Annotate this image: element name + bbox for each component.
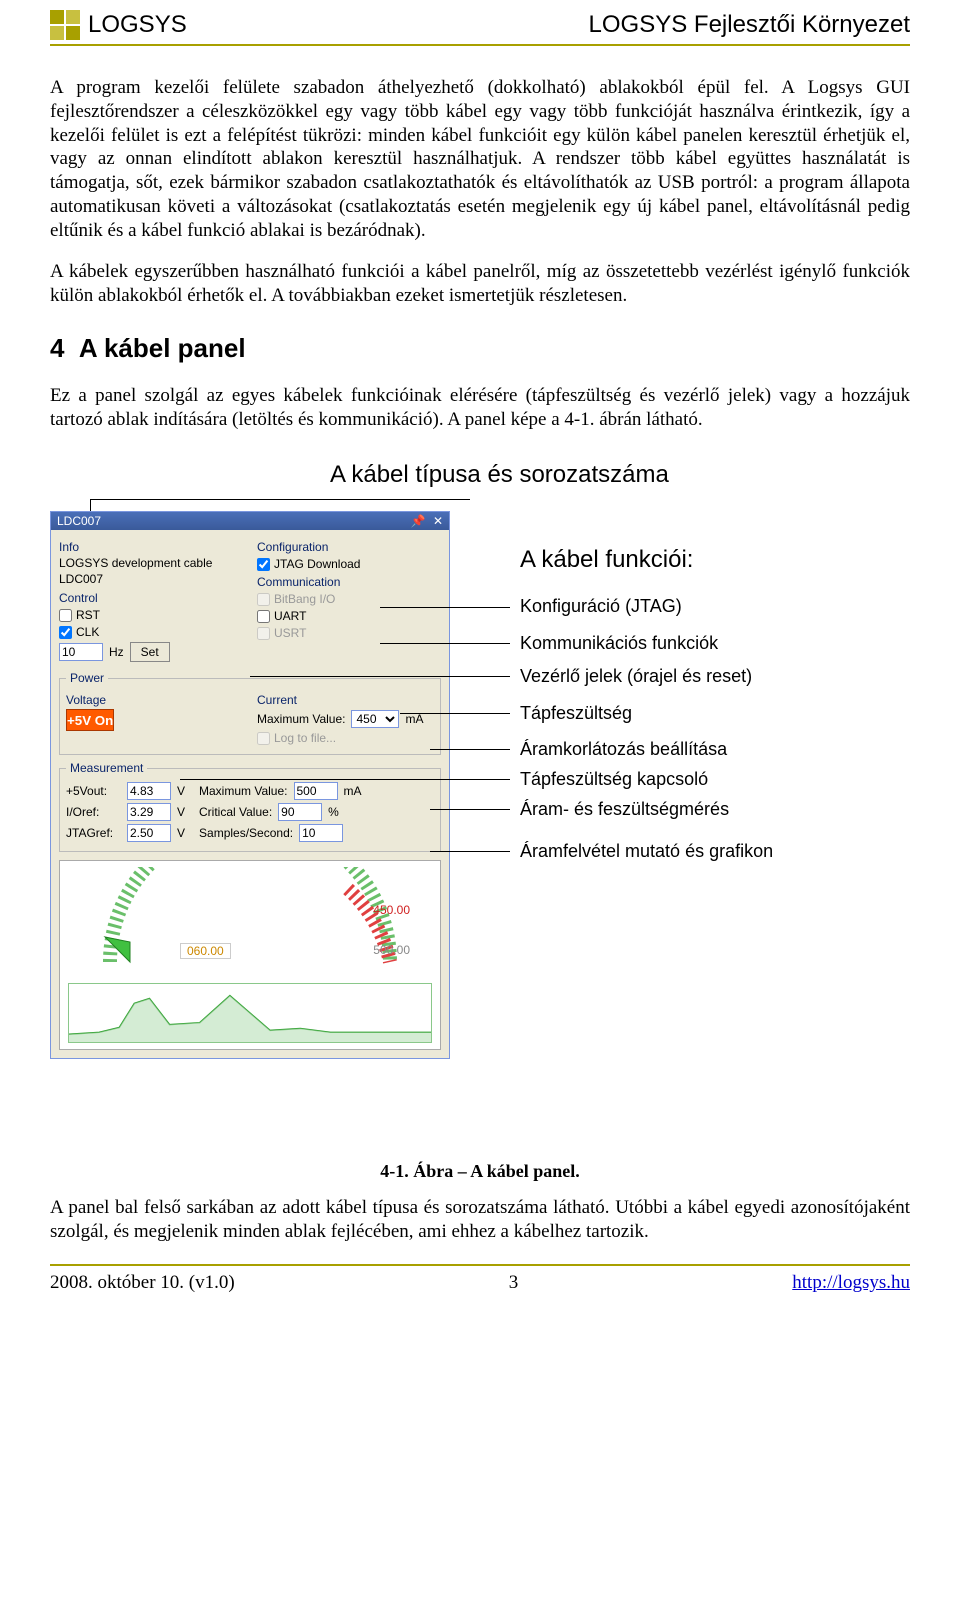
gauge-range: 500.00 [373,943,410,957]
callout-comm: Kommunikációs funkciók [520,633,718,654]
power-fieldset: Power Voltage +5V On Current Maximum Val… [59,671,441,755]
set-button[interactable]: Set [130,642,170,662]
current-label: Current [257,693,434,707]
jtag-checkbox[interactable] [257,558,270,571]
callout-functions-title: A kábel funkciói: [520,546,693,574]
callout-jtag: Konfiguráció (JTAG) [520,596,682,617]
pin-icon[interactable]: 📌 [411,514,426,528]
callout-currentlimit: Áramkorlátozás beállítása [520,739,727,760]
logsys-logo-icon [50,10,80,40]
max-current-select[interactable]: 450 [351,710,399,728]
uart-checkbox[interactable] [257,610,270,623]
info-text-1: LOGSYS development cable [59,556,243,572]
footer-link[interactable]: http://logsys.hu [792,1272,910,1294]
close-icon[interactable]: ✕ [433,514,443,528]
figure-4-1: A kábel típusa és sorozatszáma LDC007 📌 … [50,451,910,1182]
jtagref-value [127,824,171,842]
comm-label: Communication [257,575,441,589]
info-label: Info [59,540,243,554]
clk-value-input[interactable] [59,643,103,661]
gauge-graph: 450.00 060.00 500.00 [59,860,441,1050]
page-footer: 2008. október 10. (v1.0) 3 http://logsys… [50,1264,910,1294]
voltage-label: Voltage [66,693,243,707]
panel-titlebar[interactable]: LDC007 📌 ✕ [51,512,449,530]
paragraph-4: A panel bal felső sarkában az adott kábe… [50,1196,910,1244]
callout-switch: Tápfeszültség kapcsoló [520,769,708,790]
bitbang-checkbox [257,593,270,606]
page-header: LOGSYS LOGSYS Fejlesztői Környezet [50,10,910,46]
control-label: Control [59,591,243,605]
info-text-2: LDC007 [59,572,243,588]
callout-measure: Áram- és feszültségmérés [520,799,729,820]
clk-checkbox[interactable] [59,626,72,639]
paragraph-3: Ez a panel szolgál az egyes kábelek funk… [50,384,910,432]
usrt-checkbox [257,627,270,640]
paragraph-1: A program kezelői felülete szabadon áthe… [50,76,910,242]
gauge-max: 450.00 [373,903,410,917]
callout-power: Tápfeszültség [520,703,632,724]
5v-on-button[interactable]: +5V On [66,709,114,731]
logfile-checkbox [257,732,270,745]
ioref-value [127,803,171,821]
figure-caption: 4-1. Ábra – A kábel panel. [50,1161,910,1182]
gauge-current: 060.00 [180,943,231,959]
critical-input[interactable] [278,803,322,821]
brand-text: LOGSYS [88,11,187,39]
sps-input[interactable] [299,824,343,842]
footer-date: 2008. október 10. (v1.0) [50,1272,235,1294]
header-doc-title: LOGSYS Fejlesztői Környezet [589,11,910,39]
section-heading: 4 A kábel panel [50,333,910,364]
rst-checkbox[interactable] [59,609,72,622]
footer-pagenum: 3 [509,1272,519,1294]
callout-top: A kábel típusa és sorozatszáma [330,461,669,489]
config-label: Configuration [257,540,441,554]
callout-control: Vezérlő jelek (órajel és reset) [520,666,752,687]
max-ma-input[interactable] [294,782,338,800]
measurement-fieldset: Measurement +5Vout: V Maximum Value: mA … [59,761,441,852]
callout-gauge: Áramfelvétel mutató és grafikon [520,841,773,862]
paragraph-2: A kábelek egyszerűbben használható funkc… [50,260,910,308]
5vout-value [127,782,171,800]
cable-panel: LDC007 📌 ✕ Info LOGSYS development cable… [50,511,450,1059]
